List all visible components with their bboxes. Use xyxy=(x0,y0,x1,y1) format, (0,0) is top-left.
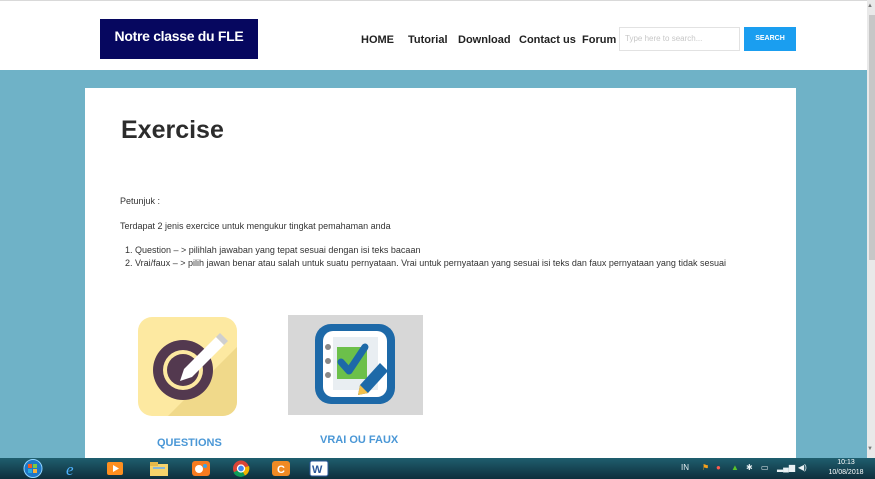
battery-tray-icon[interactable]: ▭ xyxy=(761,463,769,472)
nav-home[interactable]: HOME xyxy=(361,34,394,46)
vrai-faux-icon[interactable] xyxy=(288,315,423,415)
scrollbar-thumb[interactable] xyxy=(869,15,875,260)
paint-app-icon[interactable] xyxy=(190,460,212,477)
questions-icon[interactable] xyxy=(138,317,237,416)
flag-tray-icon[interactable]: ⚑ xyxy=(702,463,709,472)
instructions-label: Petunjuk : xyxy=(120,196,161,206)
taskbar xyxy=(0,458,875,479)
svg-text:W: W xyxy=(312,464,323,476)
drive-tray-icon[interactable]: ▲ xyxy=(731,463,739,472)
questions-link[interactable]: QUESTIONS xyxy=(157,437,222,449)
volume-tray-icon[interactable]: ◀) xyxy=(798,463,807,472)
start-button-icon[interactable] xyxy=(20,459,46,478)
svg-text:e: e xyxy=(66,460,74,477)
nav-tutorial[interactable]: Tutorial xyxy=(408,34,448,46)
internet-explorer-icon[interactable]: e xyxy=(62,460,84,477)
page-title: Exercise xyxy=(121,116,224,144)
system-clock[interactable]: 10:13 10/08/2018 xyxy=(820,458,872,478)
list-item: 1. Question – > pilihlah jawaban yang te… xyxy=(125,245,421,255)
antivirus-tray-icon[interactable]: ● xyxy=(716,463,721,472)
clock-time: 10:13 xyxy=(837,459,855,466)
instructions-text: Terdapat 2 jenis exercice untuk mengukur… xyxy=(120,221,391,231)
site-logo[interactable]: Notre classe du FLE xyxy=(100,19,258,59)
list-item: 2. Vrai/faux – > pilih jawan benar atau … xyxy=(125,258,726,268)
pen-circle-icon xyxy=(153,333,237,416)
content-card: Exercise Petunjuk : Terdapat 2 jenis exe… xyxy=(85,88,796,460)
language-indicator[interactable]: IN xyxy=(681,463,689,472)
scroll-up-icon[interactable]: ▲ xyxy=(867,3,873,9)
nav-forum[interactable]: Forum xyxy=(582,34,616,46)
search-button[interactable]: SEARCH xyxy=(744,27,796,51)
bluetooth-tray-icon[interactable]: ✱ xyxy=(746,463,753,472)
file-explorer-icon[interactable] xyxy=(148,460,170,477)
nav-contact[interactable]: Contact us xyxy=(519,34,576,46)
media-player-icon[interactable] xyxy=(104,460,126,477)
chrome-icon[interactable] xyxy=(230,460,252,477)
clock-date: 10/08/2018 xyxy=(828,469,864,476)
nav-download[interactable]: Download xyxy=(458,34,511,46)
instruction-list: 1. Question – > pilihlah jawaban yang te… xyxy=(125,244,726,270)
search-input[interactable]: Type here to search... xyxy=(619,27,740,51)
site-header: Notre classe du FLE HOME Tutorial Downlo… xyxy=(0,0,867,70)
network-tray-icon[interactable]: ▂▄▆ xyxy=(777,463,795,472)
checklist-icon xyxy=(315,324,395,404)
cyberlink-icon[interactable]: C xyxy=(270,460,292,477)
svg-text:C: C xyxy=(277,464,285,476)
word-icon[interactable]: W xyxy=(308,460,330,477)
vrai-faux-link[interactable]: VRAI OU FAUX xyxy=(320,434,398,446)
scroll-down-icon[interactable]: ▼ xyxy=(867,446,873,452)
